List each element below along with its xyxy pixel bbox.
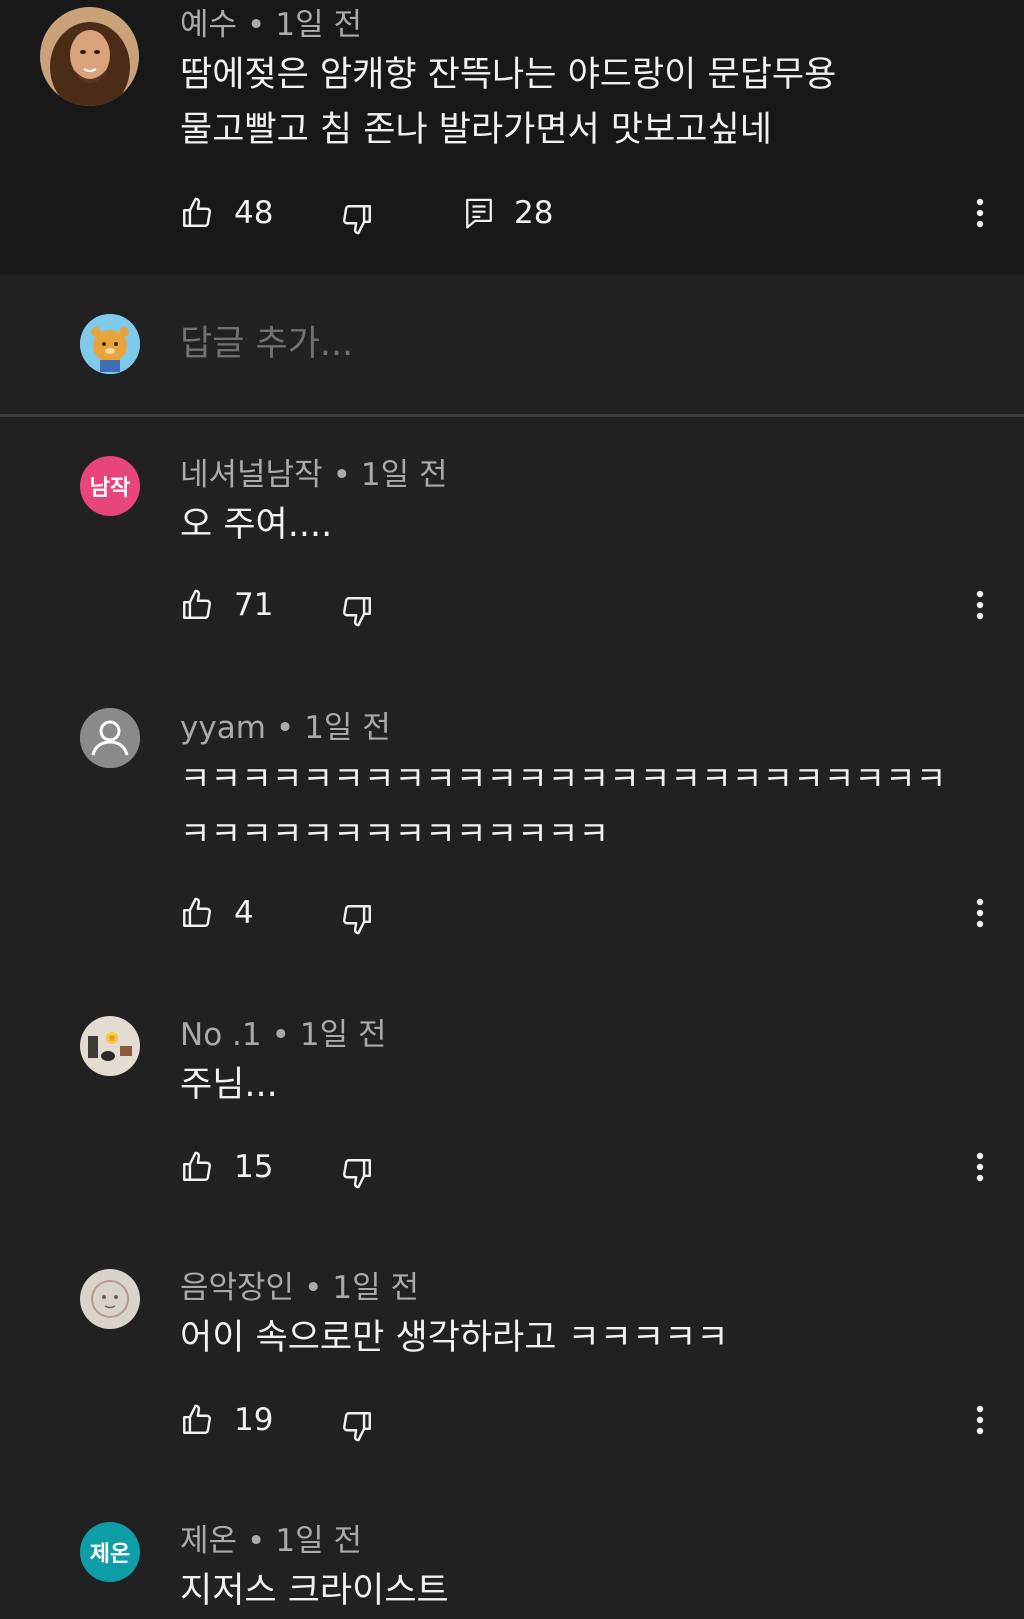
comment-text-line: 물고빨고 침 존나 발라가면서 맛보고싶네 bbox=[180, 110, 772, 150]
comment-text: 지저스 크라이스트 bbox=[180, 1564, 449, 1619]
dislike-button[interactable] bbox=[340, 586, 374, 636]
highlighted-comment: 예수 • 1일 전 땀에젖은 암캐향 잔뜩나는 야드랑이 문답무용 물고빨고 침 존… bbox=[0, 0, 1024, 274]
more-vertical-icon bbox=[976, 590, 984, 620]
dislike-button[interactable] bbox=[340, 194, 374, 244]
comment-time: 1일 전 bbox=[360, 457, 448, 493]
comment-text: 오 주여.... bbox=[180, 498, 332, 553]
comment-actions: 48 28 bbox=[0, 188, 1024, 238]
avatar[interactable] bbox=[40, 7, 139, 106]
comment-author[interactable]: yyam bbox=[180, 710, 266, 746]
comment-text-line: 주님... bbox=[180, 1065, 278, 1105]
more-options-button[interactable] bbox=[970, 1395, 990, 1445]
thumbs-down-icon bbox=[343, 1159, 371, 1189]
meta-separator: • bbox=[332, 457, 351, 493]
comment-text-line: 어이 속으로만 생각하라고 ㅋㅋㅋㅋㅋ bbox=[180, 1318, 729, 1358]
meta-separator: • bbox=[247, 7, 266, 43]
dislike-button[interactable] bbox=[340, 1148, 374, 1198]
thumbs-up-icon bbox=[183, 589, 211, 619]
avatar[interactable]: 제온 bbox=[80, 1522, 140, 1582]
thumbs-up-icon bbox=[183, 197, 211, 227]
comment-meta: 음악장인 • 1일 전 bbox=[180, 1268, 419, 1308]
comment-text: 주님... bbox=[180, 1058, 278, 1113]
comment-text: 어이 속으로만 생각하라고 ㅋㅋㅋㅋㅋ bbox=[180, 1311, 729, 1366]
comment-time: 1일 전 bbox=[299, 1017, 387, 1053]
like-button[interactable] bbox=[180, 1142, 214, 1192]
comment-text: ㅋㅋㅋㅋㅋㅋㅋㅋㅋㅋㅋㅋㅋㅋㅋㅋㅋㅋㅋㅋㅋㅋㅋㅋㅋ ㅋㅋㅋㅋㅋㅋㅋㅋㅋㅋㅋㅋㅋㅋ bbox=[180, 751, 947, 861]
like-count: 71 bbox=[234, 587, 274, 623]
comment-author[interactable]: 예수 bbox=[180, 7, 237, 43]
comment-actions: 4 bbox=[0, 888, 1024, 938]
thumbs-up-icon bbox=[183, 897, 211, 927]
avatar[interactable] bbox=[80, 1269, 140, 1329]
comment-text-line: ㅋㅋㅋㅋㅋㅋㅋㅋㅋㅋㅋㅋㅋㅋ bbox=[180, 814, 610, 853]
more-options-button[interactable] bbox=[970, 1142, 990, 1192]
reply-button[interactable] bbox=[463, 188, 495, 238]
thumbs-down-icon bbox=[343, 905, 371, 935]
like-count: 19 bbox=[234, 1402, 274, 1438]
default-user-icon bbox=[80, 708, 140, 768]
like-button[interactable] bbox=[180, 580, 214, 630]
like-count: 15 bbox=[234, 1149, 274, 1185]
more-vertical-icon bbox=[976, 198, 984, 228]
comment-text-line: ㅋㅋㅋㅋㅋㅋㅋㅋㅋㅋㅋㅋㅋㅋㅋㅋㅋㅋㅋㅋㅋㅋㅋㅋㅋ bbox=[180, 759, 947, 798]
reply-count: 28 bbox=[514, 195, 554, 231]
more-options-button[interactable] bbox=[970, 188, 990, 238]
comment-author[interactable]: 음악장인 bbox=[180, 1270, 294, 1306]
like-button[interactable] bbox=[180, 888, 214, 938]
comment-meta: No .1 • 1일 전 bbox=[180, 1015, 387, 1055]
comment-actions: 15 bbox=[0, 1142, 1024, 1192]
thumbs-down-icon bbox=[343, 597, 371, 627]
meta-separator: • bbox=[271, 1017, 290, 1053]
thumbs-down-icon bbox=[343, 1412, 371, 1442]
reply-input[interactable] bbox=[180, 319, 880, 369]
comment-text-line: 땀에젖은 암캐향 잔뜩나는 야드랑이 문답무용 bbox=[180, 55, 837, 95]
comment-time: 1일 전 bbox=[275, 7, 362, 43]
comment-author[interactable]: 제온 bbox=[180, 1523, 237, 1559]
like-count: 48 bbox=[234, 195, 274, 231]
comment-meta: 제온 • 1일 전 bbox=[180, 1521, 362, 1561]
thumbs-up-icon bbox=[183, 1404, 211, 1434]
comment-text: 땀에젖은 암캐향 잔뜩나는 야드랑이 문답무용 물고빨고 침 존나 발라가면서 … bbox=[180, 48, 836, 158]
dislike-button[interactable] bbox=[340, 1401, 374, 1451]
comment-meta: 예수 • 1일 전 bbox=[180, 5, 362, 45]
comment-time: 1일 전 bbox=[304, 710, 391, 746]
avatar-initials: 남작 bbox=[89, 476, 131, 501]
comment-author[interactable]: No .1 bbox=[180, 1017, 262, 1053]
comment-time: 1일 전 bbox=[332, 1270, 420, 1306]
comment-text-line: 오 주여.... bbox=[180, 505, 333, 545]
comment-actions: 19 bbox=[0, 1395, 1024, 1445]
reply-comment-icon bbox=[466, 198, 492, 229]
user-avatar bbox=[80, 314, 140, 374]
avatar-initials: 제온 bbox=[89, 1542, 131, 1567]
more-vertical-icon bbox=[976, 1405, 984, 1435]
more-options-button[interactable] bbox=[970, 888, 990, 938]
more-vertical-icon bbox=[976, 898, 984, 928]
comment-meta: 네셔널남작 • 1일 전 bbox=[180, 455, 448, 495]
reply-composer bbox=[0, 274, 1024, 414]
more-vertical-icon bbox=[976, 1152, 984, 1182]
comment-time: 1일 전 bbox=[275, 1523, 362, 1559]
divider bbox=[0, 414, 1024, 417]
meta-separator: • bbox=[304, 1270, 323, 1306]
comment-author[interactable]: 네셔널남작 bbox=[180, 457, 323, 493]
meta-separator: • bbox=[247, 1523, 266, 1559]
avatar[interactable] bbox=[80, 708, 140, 768]
comment-meta: yyam • 1일 전 bbox=[180, 708, 391, 748]
avatar[interactable] bbox=[80, 1016, 140, 1076]
thumbs-up-icon bbox=[183, 1151, 211, 1181]
like-button[interactable] bbox=[180, 1395, 214, 1445]
dislike-button[interactable] bbox=[340, 894, 374, 944]
comment-actions: 71 bbox=[0, 580, 1024, 630]
meta-separator: • bbox=[275, 710, 295, 746]
comment-text-line: 지저스 크라이스트 bbox=[180, 1571, 449, 1611]
more-options-button[interactable] bbox=[970, 580, 990, 630]
like-count: 4 bbox=[234, 895, 254, 931]
like-button[interactable] bbox=[180, 188, 214, 238]
avatar[interactable]: 남작 bbox=[80, 456, 140, 516]
thumbs-down-icon bbox=[343, 205, 371, 235]
